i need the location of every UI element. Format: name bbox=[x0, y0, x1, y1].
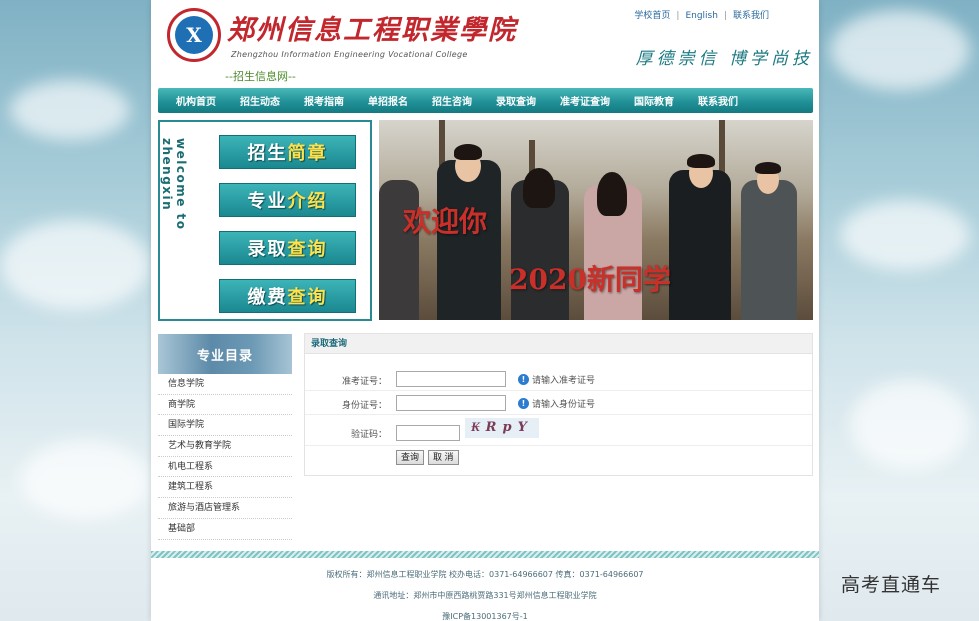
captcha-image[interactable]: ₭RpY bbox=[465, 418, 539, 438]
footer-divider bbox=[151, 551, 819, 558]
cloud-decoration bbox=[0, 220, 150, 310]
exam-number-row: 准考证号： ! 请输入准考证号 bbox=[305, 367, 812, 391]
exam-number-label: 准考证号： bbox=[341, 377, 387, 387]
banner-subheadline: 2020新同学 bbox=[509, 263, 671, 296]
sidebar-title: 专业目录 bbox=[158, 334, 292, 374]
school-name-cn: 郑州信息工程职業學院 bbox=[227, 15, 517, 46]
footer-icp[interactable]: 豫ICP备13001367号-1 bbox=[151, 611, 819, 621]
sidebar-item-foundation[interactable]: 基础部 bbox=[158, 519, 292, 540]
nav-item-ticket-query[interactable]: 准考证查询 bbox=[548, 93, 622, 108]
quick-links-panel: welcome to zhengxin 招生 简章 专业 介绍 录取 查询 缴费 查询 bbox=[158, 120, 372, 321]
header: X 郑州信息工程职業學院 Zhengzhou Information Engin… bbox=[151, 0, 819, 86]
cloud-decoration bbox=[20, 440, 150, 520]
nav-item-registration[interactable]: 单招报名 bbox=[356, 93, 420, 108]
welcome-text: welcome to zhengxin bbox=[160, 138, 188, 231]
sidebar-item-international-college[interactable]: 国际学院 bbox=[158, 415, 292, 437]
cloud-decoration bbox=[830, 10, 970, 90]
admission-query-panel: 录取查询 准考证号： ! 请输入准考证号 身份证号： ! 请输入身份证号 验证码： … bbox=[304, 333, 813, 476]
exam-number-hint: ! 请输入准考证号 bbox=[518, 373, 595, 386]
nav-item-guide[interactable]: 报考指南 bbox=[292, 93, 356, 108]
nav-item-consult[interactable]: 招生咨询 bbox=[420, 93, 484, 108]
banner-headline: 欢迎你 bbox=[403, 205, 488, 238]
footer-copyright: 版权所有：郑州信息工程职业学院 校办电话：0371-64966607 传真：03… bbox=[326, 570, 644, 579]
exam-number-input[interactable] bbox=[396, 371, 506, 387]
sidebar-item-art-education[interactable]: 艺术与教育学院 bbox=[158, 436, 292, 457]
id-number-row: 身份证号： ! 请输入身份证号 bbox=[305, 391, 812, 415]
watermark-text: 高考直通车 bbox=[841, 574, 942, 596]
major-intro-button[interactable]: 专业 介绍 bbox=[219, 183, 356, 217]
sidebar-item-tourism-hotel[interactable]: 旅游与酒店管理系 bbox=[158, 498, 292, 519]
id-number-hint: ! 请输入身份证号 bbox=[518, 397, 595, 410]
site-subtitle: --招生信息网-- bbox=[225, 70, 296, 83]
major-directory-list: 信息学院 商学院 国际学院 艺术与教育学院 机电工程系 建筑工程系 旅游与酒店管… bbox=[158, 374, 292, 540]
welcome-banner[interactable]: 欢迎你 2020新同学 bbox=[379, 120, 813, 320]
school-motto: 厚德崇信 博学尚技 bbox=[635, 49, 813, 69]
top-link-contact[interactable]: 联系我们 bbox=[733, 11, 769, 21]
main-nav: 机构首页 招生动态 报考指南 单招报名 招生咨询 录取查询 准考证查询 国际教育… bbox=[158, 88, 813, 113]
cloud-decoration bbox=[10, 80, 130, 140]
id-number-input[interactable] bbox=[396, 395, 506, 411]
captcha-input[interactable] bbox=[396, 425, 460, 441]
logo-mark: X bbox=[175, 16, 213, 54]
nav-item-admission-query[interactable]: 录取查询 bbox=[484, 93, 548, 108]
admission-query-button[interactable]: 录取 查询 bbox=[219, 231, 356, 265]
nav-item-international[interactable]: 国际教育 bbox=[622, 93, 686, 108]
footer-address: 通讯地址：郑州市中原西路桃贾路331号郑州信息工程职业学院 bbox=[373, 591, 597, 600]
sidebar-item-information-college[interactable]: 信息学院 bbox=[158, 374, 292, 395]
top-link-home[interactable]: 学校首页 bbox=[634, 11, 670, 21]
cancel-button[interactable]: 取 消 bbox=[428, 450, 459, 465]
sidebar-item-business-school[interactable]: 商学院 bbox=[158, 395, 292, 416]
sidebar-item-mechanical[interactable]: 机电工程系 bbox=[158, 457, 292, 478]
cloud-decoration bbox=[840, 200, 970, 270]
sidebar-item-architecture[interactable]: 建筑工程系 bbox=[158, 477, 292, 499]
captcha-row: 验证码： ₭RpY bbox=[305, 416, 812, 446]
info-icon: ! bbox=[518, 398, 529, 409]
action-row: 查询 取 消 bbox=[305, 446, 812, 470]
panel-title: 录取查询 bbox=[305, 334, 812, 354]
info-icon: ! bbox=[518, 374, 529, 385]
top-link-english[interactable]: English bbox=[685, 11, 718, 21]
page-container: X 郑州信息工程职業學院 Zhengzhou Information Engin… bbox=[151, 0, 819, 621]
id-number-label: 身份证号： bbox=[341, 401, 387, 411]
payment-query-button[interactable]: 缴费 查询 bbox=[219, 279, 356, 313]
nav-item-news[interactable]: 招生动态 bbox=[228, 93, 292, 108]
footer: 版权所有：郑州信息工程职业学院 校办电话：0371-64966607 传真：03… bbox=[151, 569, 819, 621]
nav-item-home[interactable]: 机构首页 bbox=[164, 93, 228, 108]
cloud-decoration bbox=[850, 380, 970, 470]
top-links: 学校首页 | English | 联系我们 bbox=[634, 11, 769, 21]
school-name-en: Zhengzhou Information Engineering Vocati… bbox=[231, 50, 468, 59]
captcha-label: 验证码： bbox=[350, 430, 387, 440]
admission-brochure-button[interactable]: 招生 简章 bbox=[219, 135, 356, 169]
school-logo[interactable]: X bbox=[167, 8, 221, 62]
nav-item-contact[interactable]: 联系我们 bbox=[686, 93, 750, 108]
query-button[interactable]: 查询 bbox=[396, 450, 425, 465]
